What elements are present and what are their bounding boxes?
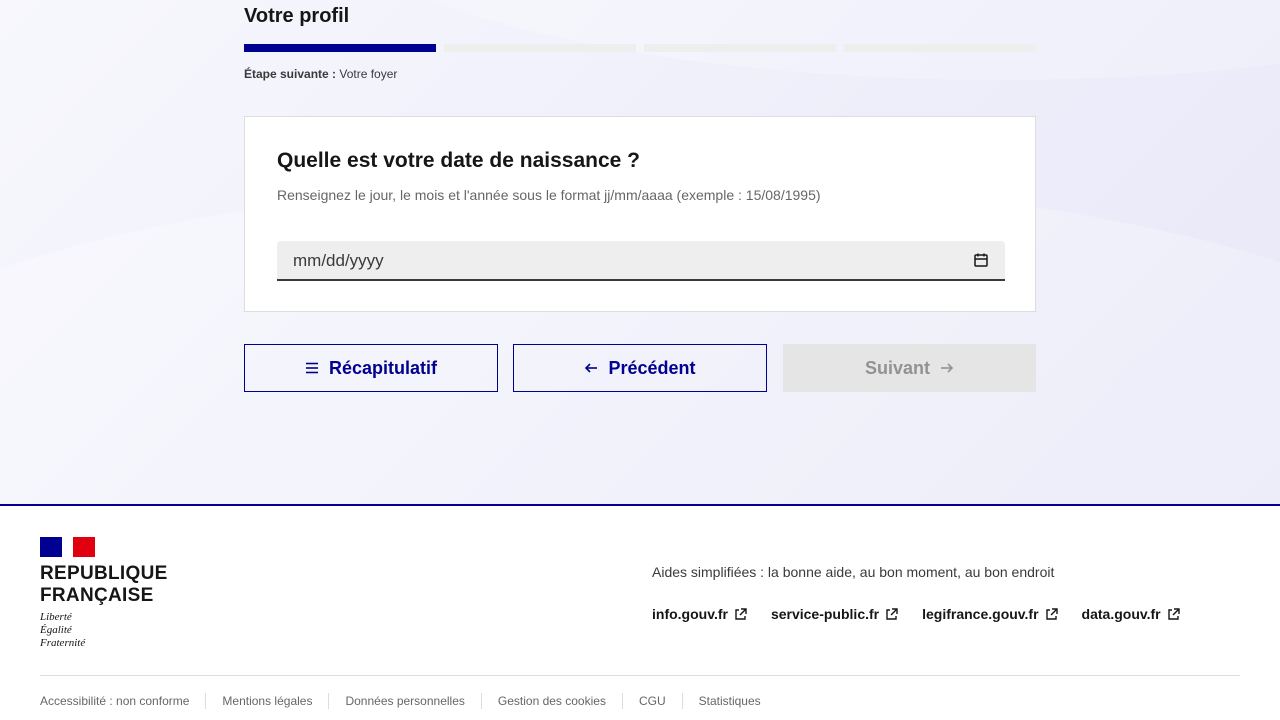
external-link-icon <box>1167 607 1180 620</box>
brand-motto: Liberté Égalité Fraternité <box>40 611 168 650</box>
recap-button[interactable]: Récapitulatif <box>244 344 498 392</box>
external-link-label: data.gouv.fr <box>1081 606 1161 622</box>
recap-button-label: Récapitulatif <box>328 357 438 378</box>
footer: REPUBLIQUE FRANÇAISE Liberté Égalité Fra… <box>0 504 1280 720</box>
birthdate-input[interactable]: mm/dd/yyyy <box>277 241 1005 281</box>
next-button[interactable]: Suivant <box>783 344 1036 392</box>
footer-link-accessibility[interactable]: Accessibilité : non conforme <box>40 693 205 709</box>
footer-link-cgu[interactable]: CGU <box>621 693 682 709</box>
stepper-segment <box>444 44 636 52</box>
stepper <box>244 44 1036 52</box>
external-link-label: info.gouv.fr <box>652 606 728 622</box>
external-link-icon <box>735 607 747 620</box>
arrow-right-icon <box>941 363 954 373</box>
footer-bottom-links: Accessibilité : non conforme Mentions lé… <box>40 693 777 709</box>
main-content: Votre profil Étape suivante : Votre foye… <box>0 0 1280 505</box>
external-link[interactable]: info.gouv.fr <box>652 606 747 622</box>
next-step-label: Étape suivante : <box>244 67 337 81</box>
external-links: info.gouv.fr service-public.fr legifranc… <box>652 606 1180 622</box>
next-step-value: Votre foyer <box>336 67 398 81</box>
motto-line: Égalité <box>40 624 72 636</box>
step-title: Votre profil <box>244 5 350 27</box>
footer-link-cookies[interactable]: Gestion des cookies <box>480 693 622 709</box>
birthdate-placeholder: mm/dd/yyyy <box>293 251 384 270</box>
stepper-segment <box>644 44 836 52</box>
next-step-text: Étape suivante : Votre foyer <box>244 67 397 81</box>
brand-line: REPUBLIQUE <box>40 563 168 584</box>
external-link-label: service-public.fr <box>770 606 880 622</box>
footer-link-statistics[interactable]: Statistiques <box>681 693 777 709</box>
republique-francaise-logo[interactable]: REPUBLIQUE FRANÇAISE Liberté Égalité Fra… <box>40 537 168 650</box>
brand-name: REPUBLIQUE FRANÇAISE <box>40 563 168 607</box>
footer-link-privacy[interactable]: Données personnelles <box>328 693 480 709</box>
motto-line: Liberté <box>40 611 72 623</box>
question-card: Quelle est votre date de naissance ? Ren… <box>244 116 1036 312</box>
previous-button-label: Précédent <box>608 357 696 378</box>
external-link-label: legifrance.gouv.fr <box>922 606 1039 622</box>
footer-link-legal[interactable]: Mentions légales <box>205 693 328 709</box>
external-link-icon <box>1045 607 1058 620</box>
footer-tagline: Aides simplifiées : la bonne aide, au bo… <box>652 564 1055 580</box>
question-hint: Renseignez le jour, le mois et l'année s… <box>277 187 821 203</box>
arrow-left-icon <box>585 363 598 373</box>
brand-line: FRANÇAISE <box>40 585 154 606</box>
footer-divider <box>40 675 1240 676</box>
marianne-flag-icon <box>40 537 95 557</box>
external-link[interactable]: legifrance.gouv.fr <box>922 606 1058 622</box>
next-button-label: Suivant <box>864 357 930 378</box>
external-link[interactable]: service-public.fr <box>771 606 898 622</box>
background-wave <box>300 0 1280 80</box>
external-link-icon <box>886 607 898 620</box>
list-icon <box>305 362 318 374</box>
stepper-segment <box>244 44 436 52</box>
external-link[interactable]: data.gouv.fr <box>1082 606 1180 622</box>
calendar-icon[interactable] <box>973 252 989 268</box>
question-title: Quelle est votre date de naissance ? <box>277 149 640 172</box>
previous-button[interactable]: Précédent <box>513 344 767 392</box>
motto-line: Fraternité <box>40 637 86 649</box>
stepper-segment <box>844 44 1036 52</box>
